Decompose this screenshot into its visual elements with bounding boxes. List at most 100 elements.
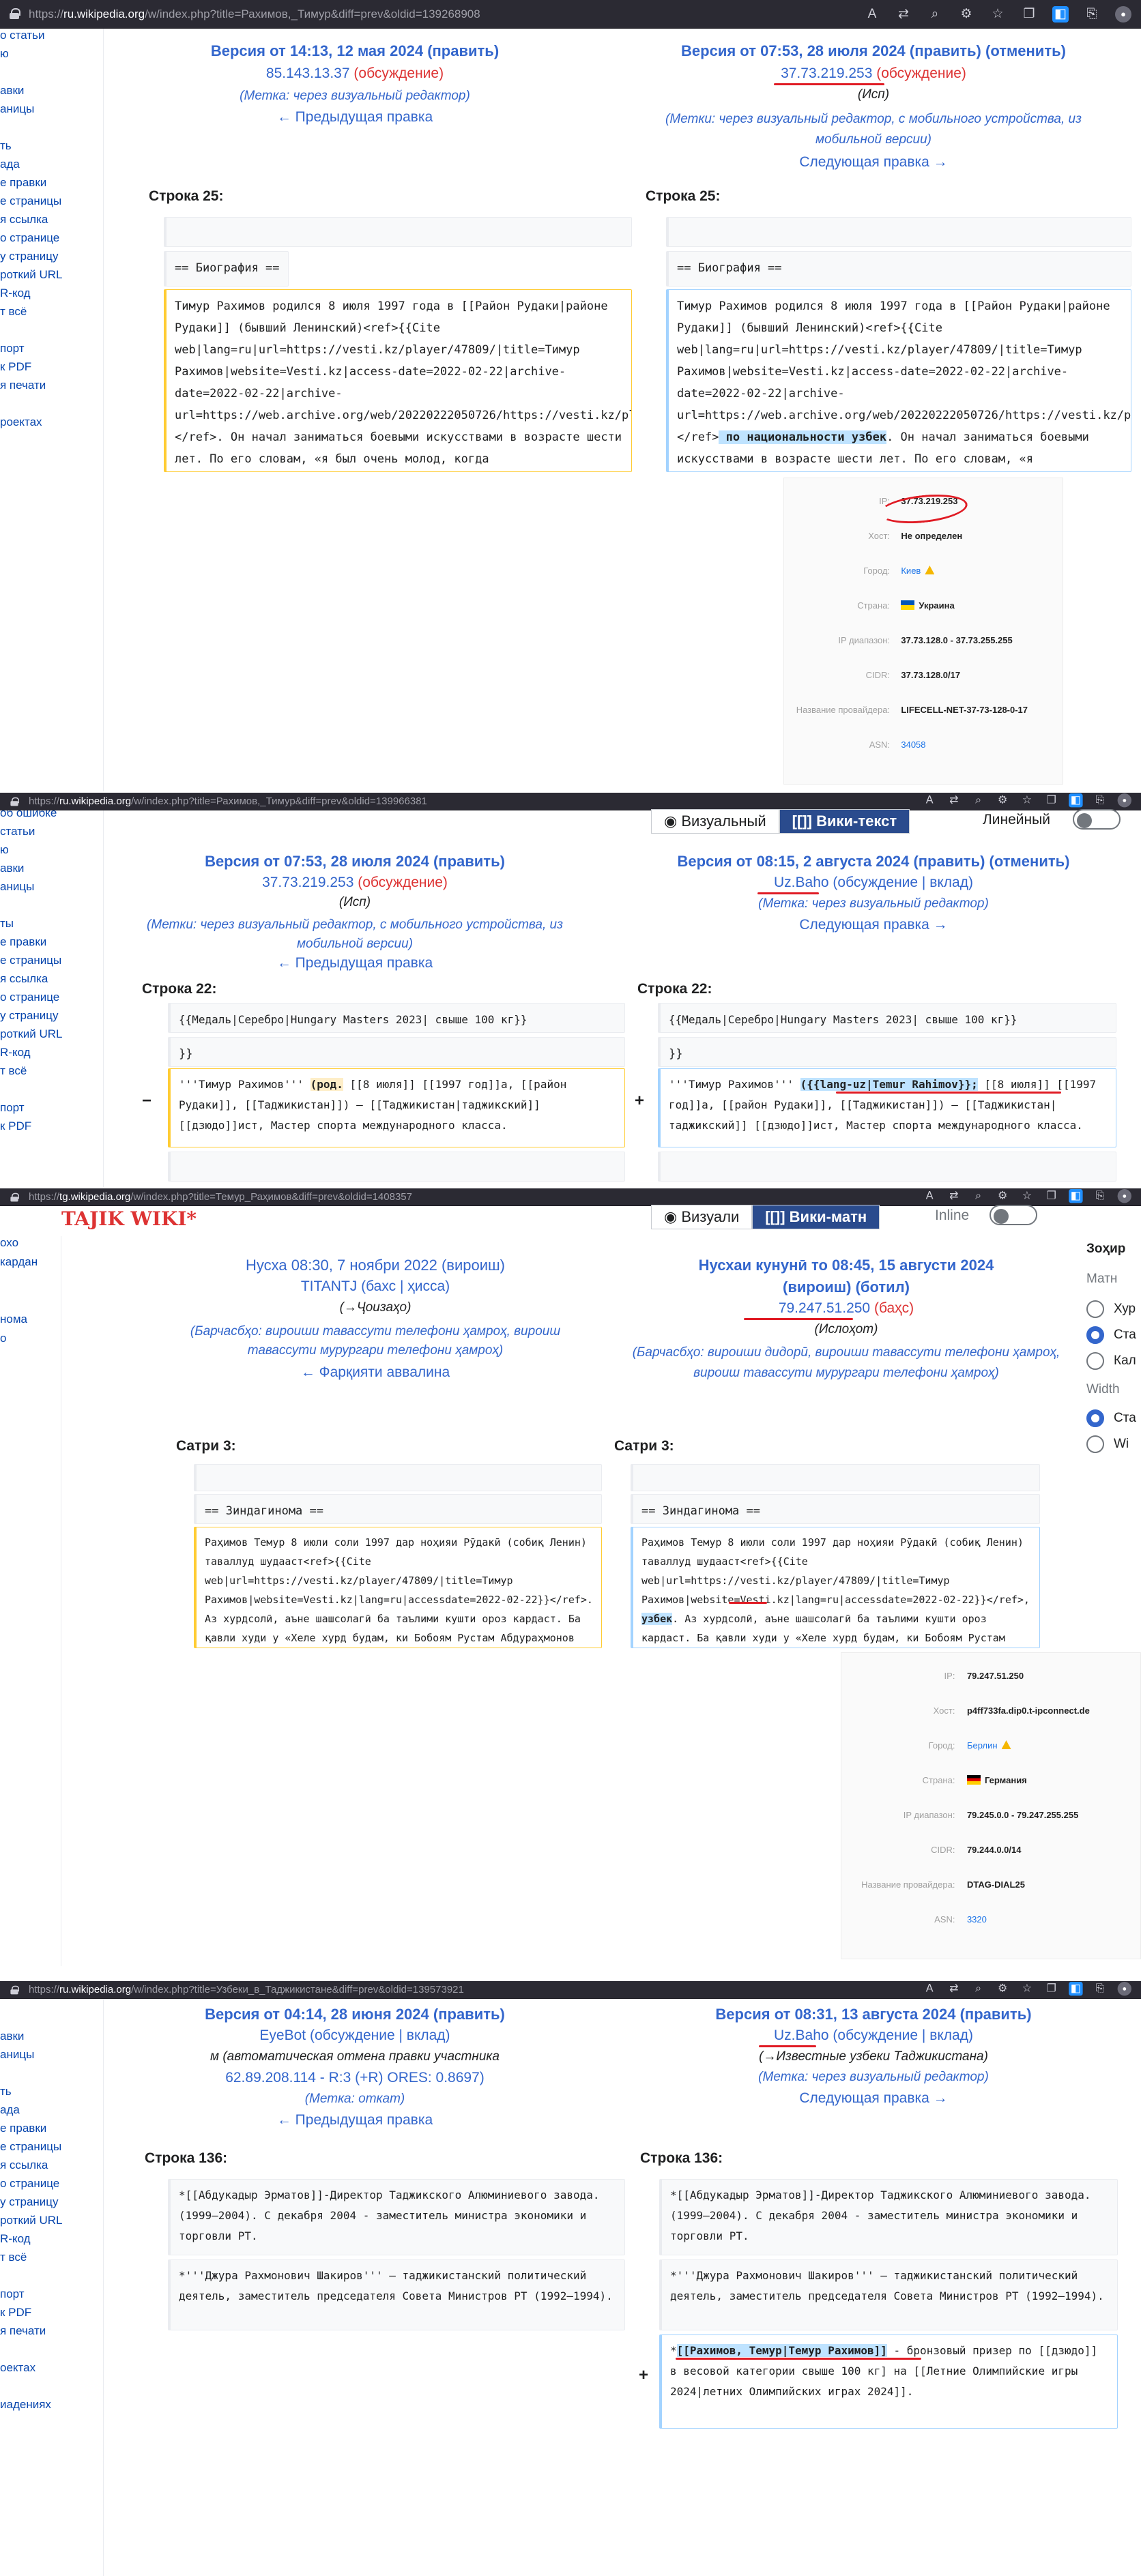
address-bar[interactable]: https://tg.wikipedia.org/w/index.php?tit… bbox=[0, 1188, 1141, 1206]
collections-icon[interactable]: ❐ bbox=[1045, 1189, 1058, 1203]
share-icon[interactable]: ⎘ bbox=[1093, 1189, 1107, 1203]
translate-icon[interactable]: ⇄ bbox=[947, 1189, 961, 1203]
sidebar-item[interactable]: е страницы bbox=[0, 2140, 61, 2154]
sidebar-item[interactable]: об ошибке bbox=[0, 810, 57, 820]
sidebar-item[interactable]: охо bbox=[0, 1236, 18, 1250]
inline-switch[interactable] bbox=[990, 1205, 1037, 1225]
prev-edit-link[interactable]: ← Предыдущая правка bbox=[136, 955, 573, 971]
collections-icon[interactable]: ❐ bbox=[1045, 1982, 1058, 1995]
left-revision-user[interactable]: 37.73.219.253 (обсуждение) bbox=[136, 875, 573, 891]
sidebar-item[interactable]: о странице bbox=[0, 231, 59, 245]
site-logo[interactable]: TAJIK WIKI* bbox=[61, 1208, 197, 1230]
prev-edit-link[interactable]: ← Предыдущая правка bbox=[136, 109, 573, 126]
collections-icon[interactable]: ❐ bbox=[1045, 793, 1058, 807]
url-text[interactable]: https://ru.wikipedia.org/w/index.php?tit… bbox=[29, 1984, 464, 1995]
sidebar-item[interactable]: е страницы bbox=[0, 194, 61, 208]
sidebar-item[interactable]: ть bbox=[0, 2085, 12, 2098]
right-revision-title[interactable]: Версия от 07:53, 28 июля 2024 (править) … bbox=[635, 42, 1112, 60]
extension-icon[interactable]: ⚙ bbox=[996, 1189, 1009, 1203]
right-revision-user[interactable]: 79.247.51.250 (баҳс) bbox=[614, 1300, 1078, 1317]
sidebar-item[interactable]: е страницы bbox=[0, 954, 61, 967]
reader-icon[interactable]: A bbox=[864, 6, 880, 23]
share-icon[interactable]: ⎘ bbox=[1084, 6, 1100, 23]
sidebar-item[interactable]: авки bbox=[0, 84, 24, 98]
right-revision-user[interactable]: 37.73.219.253 (обсуждение) bbox=[635, 65, 1112, 82]
sidebar-item[interactable]: R-код bbox=[0, 287, 31, 300]
sidebar-item[interactable]: е правки bbox=[0, 176, 46, 190]
ip-info-value[interactable]: 34058 bbox=[901, 740, 925, 750]
collections-icon[interactable]: ❐ bbox=[1021, 6, 1037, 23]
sidebar-item[interactable]: оектах bbox=[0, 2361, 35, 2375]
ip-info-value[interactable]: 3320 bbox=[967, 1914, 987, 1924]
zoom-icon[interactable]: ⌕ bbox=[971, 793, 985, 807]
radio-small[interactable] bbox=[1086, 1300, 1104, 1318]
wikitext-diff-tab[interactable]: [[]] Вики-матн bbox=[752, 1205, 880, 1229]
zoom-icon[interactable]: ⌕ bbox=[971, 1189, 985, 1203]
left-revision-user[interactable]: 85.143.13.37 (обсуждение) bbox=[136, 65, 573, 82]
sidebar-item[interactable]: роткий URL bbox=[0, 268, 62, 282]
diff-mode-toggle[interactable]: ◉ Визуальный [[]] Вики-текст bbox=[651, 809, 910, 834]
sidebar-item[interactable]: ада bbox=[0, 2103, 20, 2117]
sidebar-item[interactable]: я печати bbox=[0, 2324, 46, 2338]
sidebar-item[interactable]: о bbox=[0, 1332, 6, 1345]
next-edit-link[interactable]: Следующая правка → bbox=[635, 917, 1112, 933]
sidebar-item[interactable]: к PDF bbox=[0, 360, 31, 374]
avatar[interactable]: ● bbox=[1117, 1189, 1131, 1203]
reader-icon[interactable]: A bbox=[923, 1982, 936, 1995]
extension-icon[interactable]: ⚙ bbox=[996, 1982, 1009, 1995]
sidebar-item[interactable]: е правки bbox=[0, 935, 46, 949]
sidebar-item[interactable]: номa bbox=[0, 1313, 27, 1326]
visual-diff-tab[interactable]: ◉ Визуальный bbox=[651, 809, 779, 834]
bookmark-icon[interactable]: ☆ bbox=[990, 6, 1006, 23]
sidebar-item[interactable]: авки bbox=[0, 862, 24, 875]
url-text[interactable]: https://ru.wikipedia.org/w/index.php?tit… bbox=[29, 795, 427, 807]
sidebar-item[interactable]: у страницу bbox=[0, 2195, 59, 2209]
ip-info-value[interactable]: Киев bbox=[901, 566, 935, 576]
right-revision-title[interactable]: Версия от 08:31, 13 августа 2024 (правит… bbox=[635, 2006, 1112, 2023]
avatar[interactable]: ● bbox=[1115, 6, 1131, 23]
url-text[interactable]: https://ru.wikipedia.org/w/index.php?tit… bbox=[29, 8, 480, 21]
right-revision-title[interactable]: Версия от 08:15, 2 августа 2024 (править… bbox=[635, 853, 1112, 870]
reader-icon[interactable]: A bbox=[923, 1189, 936, 1203]
left-revision-title[interactable]: Версия от 04:14, 28 июня 2024 (править) bbox=[136, 2006, 573, 2023]
sidebar-item[interactable]: порт bbox=[0, 2287, 25, 2301]
shield-icon[interactable]: ◧ bbox=[1069, 1189, 1083, 1203]
left-revision-title[interactable]: Версия от 07:53, 28 июля 2024 (править) bbox=[136, 853, 573, 870]
extension-icon[interactable]: ⚙ bbox=[996, 793, 1009, 807]
reader-icon[interactable]: A bbox=[923, 793, 936, 807]
radio-standard[interactable] bbox=[1086, 1326, 1104, 1344]
wikitext-diff-tab[interactable]: [[]] Вики-текст bbox=[779, 809, 910, 834]
share-icon[interactable]: ⎘ bbox=[1093, 1982, 1107, 1995]
bookmark-icon[interactable]: ☆ bbox=[1020, 1982, 1034, 1995]
sidebar-item[interactable]: статьи bbox=[0, 825, 35, 838]
left-revision-user[interactable]: TITANTJ (бахс | ҳисса) bbox=[157, 1278, 594, 1295]
visual-diff-tab[interactable]: ◉ Визуали bbox=[651, 1205, 753, 1229]
sidebar-item[interactable]: порт bbox=[0, 1101, 25, 1115]
sidebar-item[interactable]: к PDF bbox=[0, 1119, 31, 1133]
sidebar-item[interactable]: у страницу bbox=[0, 1009, 59, 1023]
radio-width-standard[interactable] bbox=[1086, 1409, 1104, 1427]
shield-icon[interactable]: ◧ bbox=[1069, 1982, 1083, 1996]
sidebar-item[interactable]: аницы bbox=[0, 102, 34, 116]
right-revision-title[interactable]: Нусхаи кунунӣ то 08:45, 15 августи 2024 bbox=[614, 1257, 1078, 1274]
translate-icon[interactable]: ⇄ bbox=[947, 793, 961, 807]
prev-edit-link[interactable]: ← Предыдущая правка bbox=[136, 2112, 573, 2128]
sidebar-item[interactable]: ю bbox=[0, 843, 9, 857]
translate-icon[interactable]: ⇄ bbox=[895, 6, 912, 23]
shield-icon[interactable]: ◧ bbox=[1069, 793, 1083, 808]
zoom-icon[interactable]: ⌕ bbox=[927, 6, 943, 23]
sidebar-item[interactable]: авки bbox=[0, 2030, 24, 2043]
shield-icon[interactable]: ◧ bbox=[1052, 6, 1069, 23]
right-revision-user[interactable]: Uz.Baho (обсуждение | вклад) bbox=[635, 875, 1112, 891]
address-bar[interactable]: https://ru.wikipedia.org/w/index.php?tit… bbox=[0, 1981, 1141, 1999]
sidebar-item[interactable]: о статьи bbox=[0, 29, 45, 42]
first-diff-link[interactable]: ← Фарқияти аввалина bbox=[157, 1364, 594, 1381]
sidebar-item[interactable]: о странице bbox=[0, 2177, 59, 2191]
avatar[interactable]: ● bbox=[1117, 1982, 1131, 1996]
left-revision-title[interactable]: Нусха 08:30, 7 ноябри 2022 (вироиш) bbox=[157, 1257, 594, 1274]
next-edit-link[interactable]: Следующая правка → bbox=[635, 2090, 1112, 2107]
sidebar-item[interactable]: R-код bbox=[0, 1046, 31, 1059]
address-bar[interactable]: https://ru.wikipedia.org/w/index.php?tit… bbox=[0, 793, 1141, 810]
sidebar-item[interactable]: ада bbox=[0, 158, 20, 171]
right-revision-actions[interactable]: (вироиш) (ботил) bbox=[614, 1278, 1078, 1296]
